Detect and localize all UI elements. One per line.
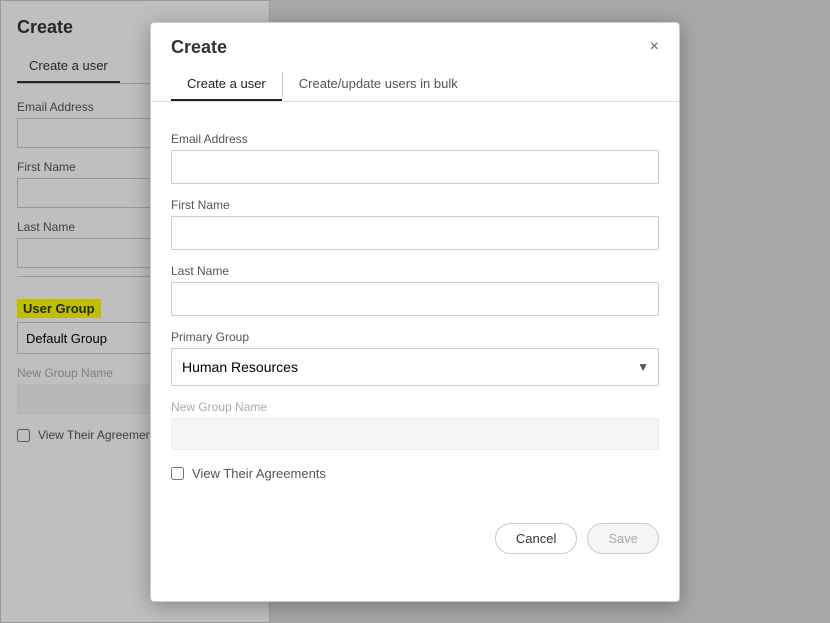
modal-email-input[interactable] <box>171 150 659 184</box>
modal-group-select[interactable]: Default Group Human Resources Engineerin… <box>171 348 659 386</box>
modal-view-agreements-label: View Their Agreements <box>192 466 326 481</box>
save-button[interactable]: Save <box>587 523 659 554</box>
modal-new-group-input[interactable] <box>171 418 659 450</box>
modal-lastname-input[interactable] <box>171 282 659 316</box>
modal-firstname-input[interactable] <box>171 216 659 250</box>
modal-body: Email Address First Name Last Name Prima… <box>151 102 679 497</box>
modal-select-wrapper: Default Group Human Resources Engineerin… <box>171 348 659 386</box>
modal-lastname-label: Last Name <box>171 264 659 278</box>
modal-title: Create <box>171 37 227 58</box>
modal-primary-group-label: Primary Group <box>171 330 659 344</box>
modal-close-button[interactable]: × <box>650 39 659 55</box>
page-wrapper: Create Create a user Email Address First… <box>0 0 830 623</box>
modal-checkbox-row: View Their Agreements <box>171 466 659 481</box>
cancel-button[interactable]: Cancel <box>495 523 577 554</box>
modal-firstname-label: First Name <box>171 198 659 212</box>
modal-header: Create × <box>151 23 679 68</box>
modal-new-group-label: New Group Name <box>171 400 659 414</box>
modal-email-label: Email Address <box>171 132 659 146</box>
modal-footer: Cancel Save <box>151 507 679 570</box>
tab-create-user[interactable]: Create a user <box>171 68 282 101</box>
modal-tabs: Create a user Create/update users in bul… <box>151 68 679 102</box>
modal-overlay: Create × Create a user Create/update use… <box>0 0 830 623</box>
modal-view-agreements-checkbox[interactable] <box>171 467 184 480</box>
tab-bulk-create[interactable]: Create/update users in bulk <box>283 68 474 101</box>
modal-dialog: Create × Create a user Create/update use… <box>150 22 680 602</box>
